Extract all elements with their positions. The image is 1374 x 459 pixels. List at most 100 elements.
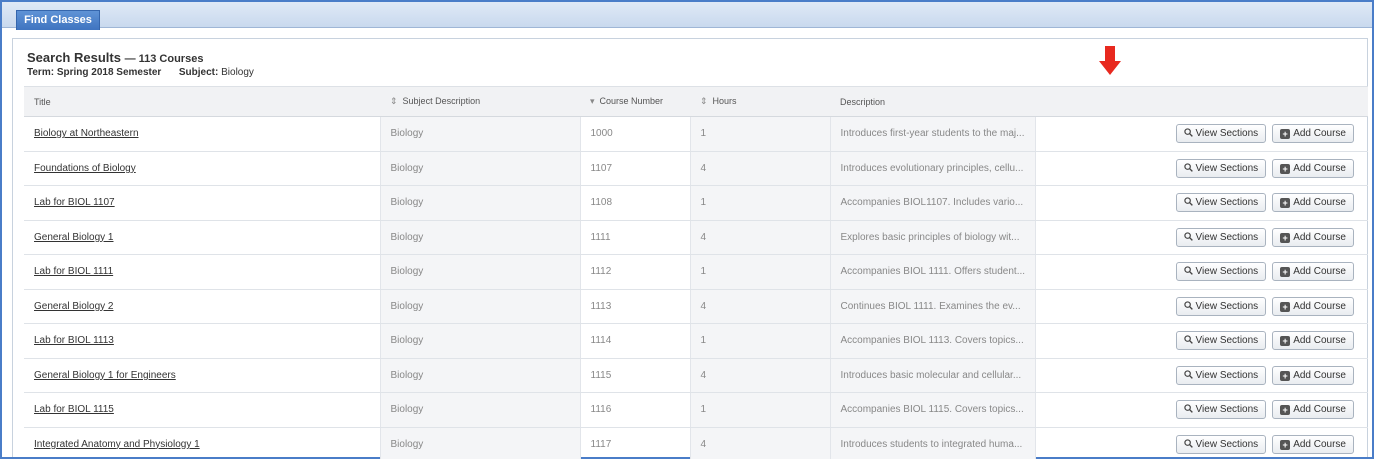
view-sections-label: View Sections (1195, 404, 1259, 416)
course-title-link[interactable]: Lab for BIOL 1107 (34, 197, 115, 208)
view-sections-label: View Sections (1195, 197, 1259, 209)
column-header-title[interactable]: Title (24, 86, 380, 117)
description-cell: Continues BIOL 1111. Examines the ev... (829, 289, 1036, 324)
subject-label: Subject: (178, 67, 219, 78)
course-title-link[interactable]: General Biology 1 (34, 232, 114, 243)
plus-icon: + (1280, 405, 1291, 416)
term-label: Term: (27, 67, 55, 78)
subject-value: Biology (221, 67, 254, 78)
column-header-subject[interactable]: ⇕ Subject Description (380, 86, 580, 117)
actions-cell: View Sections + Add Course (1035, 289, 1368, 324)
view-sections-button[interactable]: View Sections (1175, 331, 1267, 351)
course-title-link[interactable]: Integrated Anatomy and Physiology 1 (34, 439, 200, 450)
view-sections-button[interactable]: View Sections (1175, 296, 1267, 316)
view-sections-label: View Sections (1195, 438, 1259, 450)
course-title-cell: Lab for BIOL 1107 (24, 185, 380, 221)
view-sections-button[interactable]: View Sections (1175, 434, 1267, 454)
search-results-label: Search Results (27, 50, 121, 65)
column-header-actions (1035, 86, 1368, 117)
description-cell: Introduces first-year students to the ma… (829, 116, 1036, 152)
course-title-link[interactable]: General Biology 2 (34, 301, 114, 312)
add-course-label: Add Course (1293, 335, 1346, 347)
course-number-cell: 1112 (580, 254, 690, 290)
magnifier-icon (1183, 404, 1193, 414)
sort-icon: ⇕ (700, 96, 708, 106)
subject-cell: Biology (379, 427, 581, 459)
table-row: General Biology 1 Biology 1111 4 Explore… (24, 220, 1368, 255)
actions-cell: View Sections + Add Course (1035, 116, 1368, 152)
table-row: Lab for BIOL 1113 Biology 1114 1 Accompa… (24, 323, 1368, 359)
sort-icon: ⇕ (390, 96, 398, 106)
view-sections-button[interactable]: View Sections (1175, 400, 1267, 420)
course-number-cell: 1107 (580, 151, 690, 186)
table-header-row: Title ⇕ Subject Description ▾ Course Numbe… (24, 86, 1368, 117)
add-course-label: Add Course (1293, 162, 1346, 174)
add-course-button[interactable]: + Add Course (1272, 124, 1354, 144)
view-sections-label: View Sections (1195, 266, 1259, 278)
view-sections-label: View Sections (1195, 300, 1259, 312)
course-number-cell: 1000 (580, 116, 690, 152)
table-row: General Biology 1 for Engineers Biology … (24, 358, 1368, 393)
add-course-button[interactable]: + Add Course (1272, 400, 1354, 420)
add-course-button[interactable]: + Add Course (1272, 193, 1354, 213)
term-value: Spring 2018 Semester (56, 67, 162, 78)
column-header-course-number[interactable]: ▾ Course Number (580, 86, 690, 117)
hours-cell: 4 (689, 427, 831, 459)
view-sections-label: View Sections (1195, 369, 1259, 381)
course-title-link[interactable]: Lab for BIOL 1113 (34, 335, 114, 346)
search-results-title: Search Results — 113 Courses (27, 51, 254, 66)
add-course-button[interactable]: + Add Course (1272, 434, 1354, 454)
description-cell: Accompanies BIOL 1115. Covers topics... (829, 392, 1036, 428)
find-classes-window: Find Classes Search Results — 113 Course… (0, 0, 1374, 459)
course-title-cell: Integrated Anatomy and Physiology 1 (24, 427, 380, 459)
search-results-header: Search Results — 113 Courses Term: Sprin… (27, 51, 254, 79)
view-sections-button[interactable]: View Sections (1175, 262, 1267, 282)
add-course-button[interactable]: + Add Course (1272, 158, 1354, 178)
magnifier-icon (1183, 128, 1193, 138)
column-header-subject-label: Subject Description (402, 96, 481, 106)
description-cell: Explores basic principles of biology wit… (829, 220, 1036, 255)
plus-icon: + (1280, 198, 1291, 209)
add-course-label: Add Course (1293, 197, 1346, 209)
actions-cell: View Sections + Add Course (1035, 427, 1368, 459)
description-cell: Accompanies BIOL 1113. Covers topics... (829, 323, 1036, 359)
view-sections-button[interactable]: View Sections (1175, 124, 1267, 144)
course-title-cell: Lab for BIOL 1111 (24, 254, 380, 290)
view-sections-label: View Sections (1195, 128, 1259, 140)
course-title-link[interactable]: General Biology 1 for Engineers (34, 370, 176, 381)
add-course-label: Add Course (1293, 266, 1346, 278)
column-header-hours-label: Hours (712, 96, 737, 106)
course-title-link[interactable]: Lab for BIOL 1115 (34, 404, 114, 415)
course-title-link[interactable]: Biology at Northeastern (34, 128, 139, 139)
subject-cell: Biology (379, 358, 581, 393)
actions-cell: View Sections + Add Course (1035, 220, 1368, 255)
plus-icon: + (1280, 301, 1291, 312)
view-sections-button[interactable]: View Sections (1175, 227, 1267, 247)
tab-find-classes[interactable]: Find Classes (16, 10, 100, 30)
course-title-link[interactable]: Foundations of Biology (34, 163, 136, 174)
table-row: Biology at Northeastern Biology 1000 1 I… (24, 116, 1368, 152)
column-header-hours[interactable]: ⇕ Hours (690, 86, 830, 117)
add-course-button[interactable]: + Add Course (1272, 331, 1354, 351)
course-title-cell: Lab for BIOL 1115 (24, 392, 380, 428)
column-header-description[interactable]: Description (830, 86, 1035, 117)
view-sections-button[interactable]: View Sections (1175, 158, 1267, 178)
magnifier-icon (1183, 370, 1193, 379)
add-course-button[interactable]: + Add Course (1272, 365, 1354, 385)
add-course-button[interactable]: + Add Course (1272, 227, 1354, 247)
view-sections-label: View Sections (1195, 231, 1259, 243)
view-sections-button[interactable]: View Sections (1175, 365, 1267, 385)
hours-cell: 1 (689, 254, 831, 290)
course-title-link[interactable]: Lab for BIOL 1111 (34, 266, 113, 277)
hours-cell: 4 (689, 289, 831, 324)
course-title-cell: Lab for BIOL 1113 (24, 323, 380, 359)
view-sections-button[interactable]: View Sections (1175, 193, 1267, 213)
hours-cell: 1 (689, 185, 831, 221)
subject-cell: Biology (379, 392, 581, 428)
add-course-button[interactable]: + Add Course (1272, 296, 1354, 316)
table-row: Lab for BIOL 1107 Biology 1108 1 Accompa… (24, 185, 1368, 221)
add-course-button[interactable]: + Add Course (1272, 262, 1354, 282)
table-row: Integrated Anatomy and Physiology 1 Biol… (24, 427, 1368, 459)
table-row: General Biology 2 Biology 1113 4 Continu… (24, 289, 1368, 324)
actions-cell: View Sections + Add Course (1035, 151, 1368, 186)
